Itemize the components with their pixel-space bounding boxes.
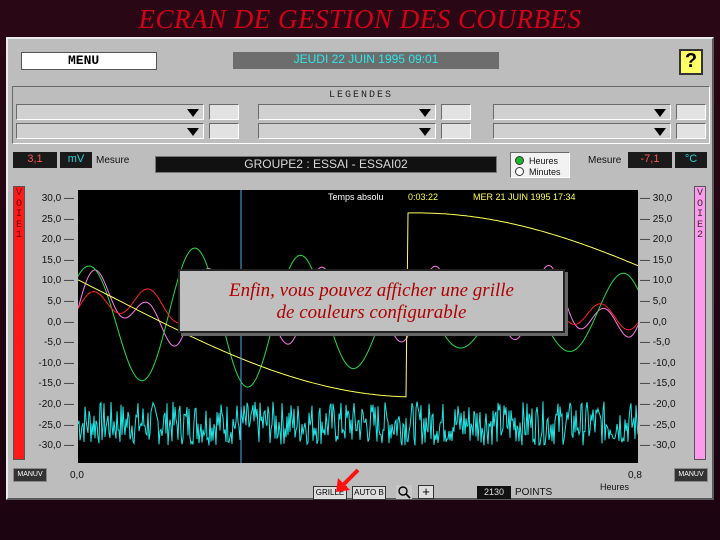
legend-panel: LEGENDES (12, 86, 710, 144)
left-measure-value: 3,1 (13, 152, 57, 168)
tutorial-callout: Enfin, vous pouvez afficher une grille d… (178, 269, 565, 333)
manuv-left-button[interactable]: MANUV (13, 468, 47, 482)
legend-dropdown-6[interactable] (493, 123, 671, 139)
right-y-tick: -25,0 (640, 420, 686, 431)
plus-button[interactable]: + (418, 485, 434, 499)
points-label: POINTS (515, 487, 553, 498)
plot-header-time: 0:03:22 (408, 192, 438, 202)
plot-header-label: Temps absolu (328, 192, 384, 202)
right-measure-label: Mesure (588, 155, 622, 166)
callout-line-2: de couleurs configurable (276, 302, 467, 323)
radio-minutes[interactable] (515, 167, 524, 176)
left-measure-label: Mesure (96, 155, 130, 166)
left-y-tick: -30,0 (12, 441, 74, 451)
group-title: GROUPE2 : ESSAI - ESSAI02 (155, 156, 497, 173)
right-y-tick: 30,0 (640, 194, 686, 204)
right-y-tick: -20,0 (640, 400, 686, 410)
help-button[interactable]: ? (679, 49, 703, 75)
callout-line-1: Enfin, vous pouvez afficher une grille (229, 280, 514, 301)
current-datetime: JEUDI 22 JUIN 1995 09:01 (233, 52, 499, 69)
right-y-tick: -30,0 (640, 441, 686, 451)
left-y-tick: 30,0 (12, 194, 74, 204)
left-y-tick: 0,0 (12, 317, 74, 328)
channel-2-strip[interactable]: VOIE2 (694, 186, 706, 460)
left-y-tick: -25,0 (12, 420, 74, 431)
menu-button[interactable]: MENU (21, 52, 157, 70)
legend-value-4 (441, 123, 471, 139)
x-tick-start: 0,0 (70, 470, 84, 481)
left-y-tick: 20,0 (12, 235, 74, 245)
chevron-down-icon (187, 109, 199, 117)
right-y-tick: 5,0 (640, 297, 686, 307)
right-y-tick: 25,0 (640, 214, 686, 225)
left-y-tick: 10,0 (12, 276, 74, 286)
right-y-tick: 0,0 (640, 317, 686, 328)
left-y-tick: 25,0 (12, 214, 74, 225)
legend-dropdown-2[interactable] (16, 123, 204, 139)
x-tick-end: 0,8 (628, 470, 642, 481)
magnifier-icon (398, 486, 411, 499)
left-measure-unit: mV (60, 152, 92, 168)
radio-hours-label: Heures (529, 156, 559, 166)
legend-title: LEGENDES (328, 90, 393, 101)
page-title: ECRAN DE GESTION DES COURBES (138, 4, 582, 34)
right-y-tick: -10,0 (640, 358, 686, 369)
radio-minutes-label: Minutes (529, 167, 561, 177)
chevron-down-icon (419, 128, 431, 136)
legend-dropdown-1[interactable] (16, 104, 204, 120)
chevron-down-icon (419, 109, 431, 117)
legend-dropdown-4[interactable] (258, 123, 436, 139)
left-y-tick: -5,0 (12, 338, 74, 348)
radio-hours[interactable] (515, 156, 524, 165)
right-measure-value: -7,1 (628, 152, 672, 168)
manuv-right-button[interactable]: MANUV (674, 468, 708, 482)
right-measure-unit: °C (675, 152, 707, 168)
right-y-tick: -15,0 (640, 379, 686, 389)
chevron-down-icon (187, 128, 199, 136)
legend-dropdown-5[interactable] (493, 104, 671, 120)
legend-value-2 (209, 123, 239, 139)
points-count: 2130 (477, 486, 511, 499)
legend-dropdown-3[interactable] (258, 104, 436, 120)
chevron-down-icon (654, 128, 666, 136)
left-y-tick: 15,0 (12, 255, 74, 266)
right-y-tick: 20,0 (640, 235, 686, 245)
left-y-tick: -15,0 (12, 379, 74, 389)
plot-header-date: MER 21 JUIN 1995 17:34 (473, 192, 576, 202)
right-y-tick: -5,0 (640, 338, 686, 348)
x-axis-unit: Heures (600, 482, 630, 492)
legend-value-5 (676, 104, 706, 120)
left-y-tick: -20,0 (12, 400, 74, 410)
time-unit-selector: Heures Minutes (510, 152, 570, 178)
legend-value-6 (676, 123, 706, 139)
right-y-tick: 10,0 (640, 276, 686, 286)
arrow-pointer-icon (336, 468, 360, 492)
left-y-tick: -10,0 (12, 358, 74, 369)
zoom-icon[interactable] (396, 485, 412, 499)
left-y-tick: 5,0 (12, 297, 74, 307)
right-y-tick: 15,0 (640, 255, 686, 266)
legend-value-3 (441, 104, 471, 120)
channel-2-label: VOIE2 (696, 188, 703, 241)
cyan-trace (77, 401, 639, 446)
legend-value-1 (209, 104, 239, 120)
chevron-down-icon (654, 109, 666, 117)
